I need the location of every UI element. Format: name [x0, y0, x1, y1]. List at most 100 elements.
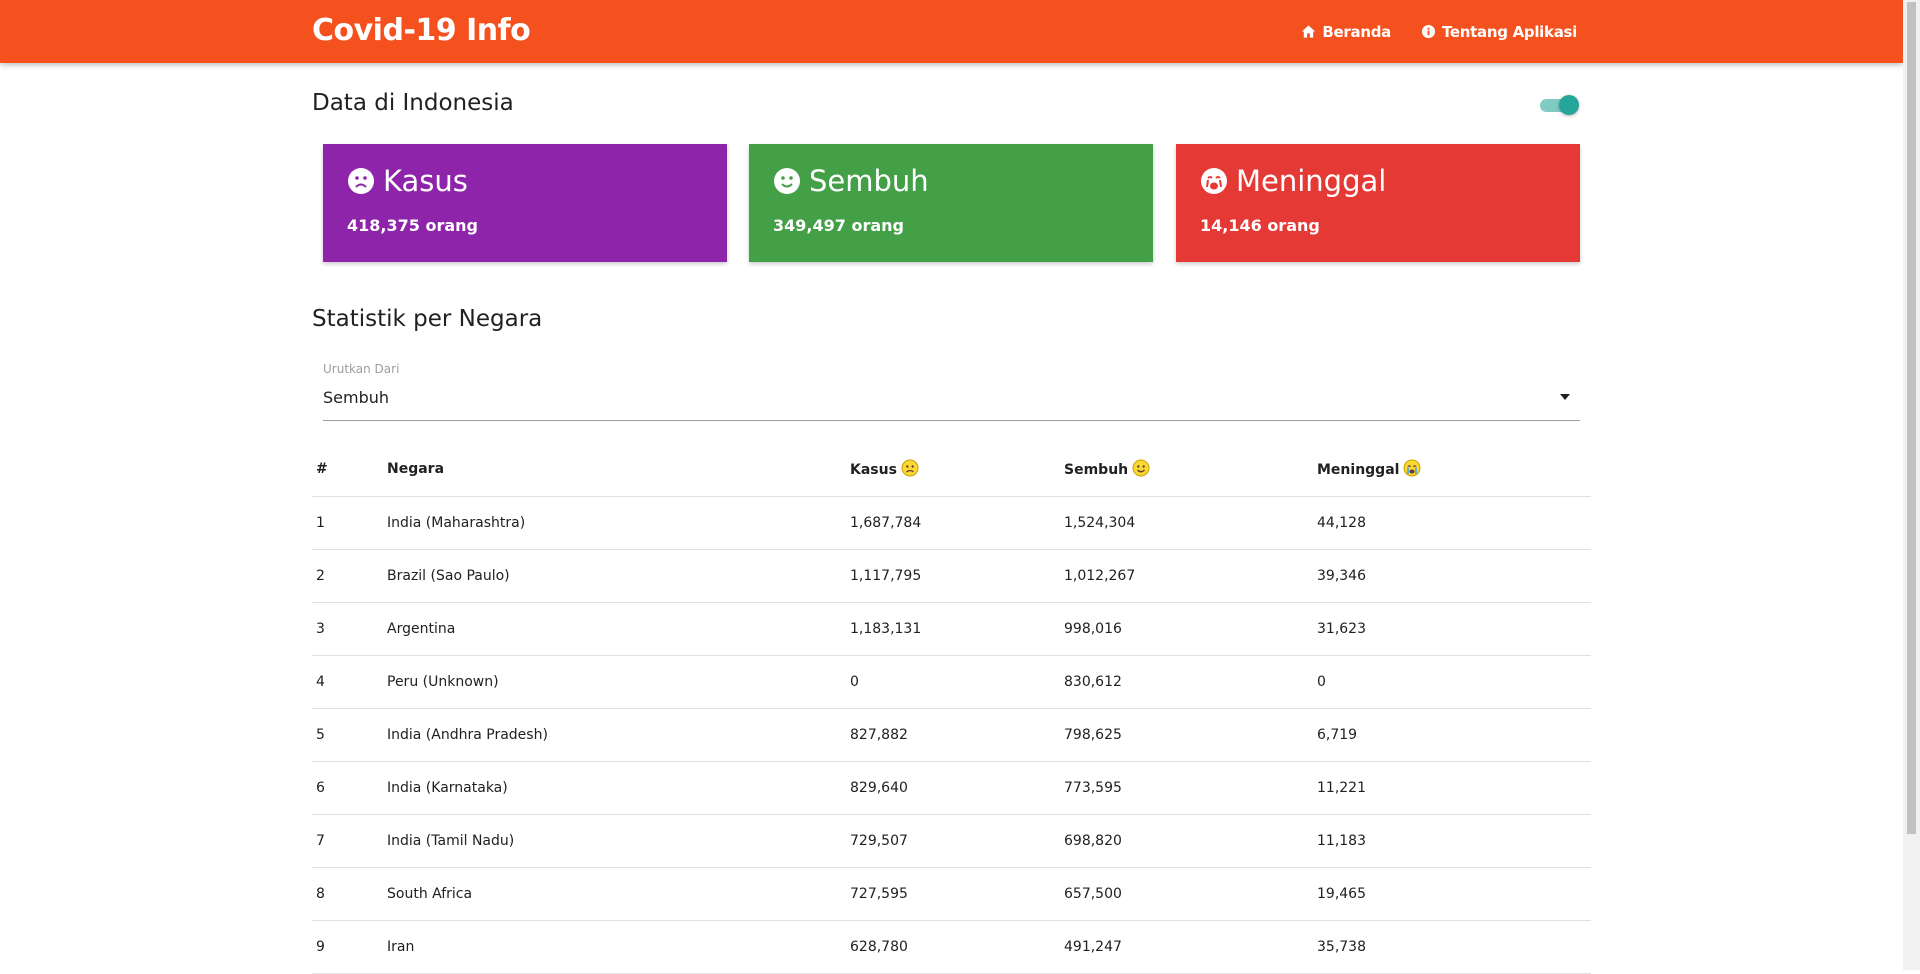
table-row: 7 India (Tamil Nadu) 729,507 698,820 11,…: [312, 814, 1591, 868]
cell-rank: 9: [312, 920, 383, 974]
nav-links: Beranda Tentang Aplikasi: [1301, 0, 1577, 63]
column-header-label: Sembuh: [1064, 462, 1129, 478]
card-title-label: Meninggal: [1236, 164, 1387, 198]
cell-cases: 1,687,784: [846, 496, 1060, 550]
nav-link-beranda[interactable]: Beranda: [1301, 23, 1391, 41]
table-row: 6 India (Karnataka) 829,640 773,595 11,2…: [312, 761, 1591, 815]
card-count-sembuh: 349,497 orang: [773, 216, 904, 235]
cell-rank: 5: [312, 708, 383, 762]
card-count-meninggal: 14,146 orang: [1200, 216, 1320, 235]
brand-logo-text[interactable]: Covid-19 Info: [312, 11, 531, 51]
cell-country: India (Andhra Pradesh): [383, 708, 846, 762]
cell-rank: 7: [312, 814, 383, 868]
table-row: 2 Brazil (Sao Paulo) 1,117,795 1,012,267…: [312, 549, 1591, 603]
cell-country: Brazil (Sao Paulo): [383, 549, 846, 603]
column-header-label: Kasus: [850, 462, 897, 478]
column-header-kasus: Kasus: [846, 441, 1060, 497]
section-title-indonesia: Data di Indonesia: [312, 90, 514, 116]
cell-cases: 727,595: [846, 867, 1060, 921]
cell-cases: 0: [846, 655, 1060, 709]
cell-country: South Africa: [383, 867, 846, 921]
cell-recovered: 698,820: [1060, 814, 1313, 868]
cell-recovered: 1,524,304: [1060, 496, 1313, 550]
country-stats-table: # Negara Kasus Sembuh Meninggal 1 India …: [312, 441, 1591, 974]
card-title-label: Kasus: [383, 164, 468, 198]
top-navbar: Covid-19 Info Beranda Tentang Aplikasi: [0, 0, 1903, 63]
cell-deaths: 0: [1313, 655, 1591, 709]
card-title-label: Sembuh: [809, 164, 929, 198]
smiling-emoji-icon: [1132, 459, 1150, 477]
dark-mode-toggle[interactable]: [1538, 95, 1580, 115]
card-title: Meninggal: [1200, 164, 1386, 198]
worried-emoji-icon: [901, 459, 919, 477]
chevron-down-icon: [1560, 394, 1570, 400]
sad-face-icon: [348, 168, 374, 194]
info-circle-icon: [1421, 24, 1436, 39]
cell-recovered: 798,625: [1060, 708, 1313, 762]
page-scrollbar[interactable]: [1903, 0, 1920, 970]
cell-cases: 628,780: [846, 920, 1060, 974]
nav-link-label: Tentang Aplikasi: [1441, 22, 1577, 41]
cell-recovered: 830,612: [1060, 655, 1313, 709]
cell-recovered: 1,012,267: [1060, 549, 1313, 603]
cell-rank: 6: [312, 761, 383, 815]
home-icon: [1302, 25, 1316, 38]
column-header-label: Meninggal: [1317, 462, 1400, 478]
column-header-meninggal: Meninggal: [1313, 441, 1591, 497]
cell-rank: 1: [312, 496, 383, 550]
cell-country: Argentina: [383, 602, 846, 656]
cell-deaths: 6,719: [1313, 708, 1591, 762]
cell-deaths: 31,623: [1313, 602, 1591, 656]
card-title: Kasus: [347, 164, 468, 198]
cell-rank: 8: [312, 867, 383, 921]
table-row: 4 Peru (Unknown) 0 830,612 0: [312, 655, 1591, 709]
cell-recovered: 998,016: [1060, 602, 1313, 656]
toggle-knob: [1559, 95, 1579, 115]
nav-link-tentang-aplikasi[interactable]: Tentang Aplikasi: [1421, 23, 1577, 41]
column-header-sembuh: Sembuh: [1060, 441, 1313, 497]
cell-deaths: 19,465: [1313, 867, 1591, 921]
cell-country: India (Maharashtra): [383, 496, 846, 550]
smile-face-icon: [774, 168, 800, 194]
column-header-number: #: [312, 441, 383, 497]
sort-select-label: Urutkan Dari: [323, 362, 400, 376]
cell-rank: 4: [312, 655, 383, 709]
cell-cases: 1,117,795: [846, 549, 1060, 603]
card-sembuh: Sembuh 349,497 orang: [749, 144, 1153, 262]
cell-cases: 829,640: [846, 761, 1060, 815]
sort-select-value: Sembuh: [323, 388, 390, 407]
sort-select[interactable]: Urutkan Dari Sembuh: [323, 358, 1580, 421]
cell-rank: 3: [312, 602, 383, 656]
cell-cases: 1,183,131: [846, 602, 1060, 656]
cell-deaths: 35,738: [1313, 920, 1591, 974]
table-row: 8 South Africa 727,595 657,500 19,465: [312, 867, 1591, 921]
nav-link-label: Beranda: [1322, 22, 1391, 41]
scrollbar-thumb[interactable]: [1907, 2, 1916, 834]
select-underline: [323, 420, 1580, 421]
cell-rank: 2: [312, 549, 383, 603]
table-row: 9 Iran 628,780 491,247 35,738: [312, 920, 1591, 974]
cell-country: India (Karnataka): [383, 761, 846, 815]
card-kasus: Kasus 418,375 orang: [323, 144, 727, 262]
card-title: Sembuh: [773, 164, 929, 198]
cell-recovered: 657,500: [1060, 867, 1313, 921]
cell-deaths: 11,183: [1313, 814, 1591, 868]
table-row: 1 India (Maharashtra) 1,687,784 1,524,30…: [312, 496, 1591, 550]
cell-country: India (Tamil Nadu): [383, 814, 846, 868]
crying-emoji-icon: [1403, 459, 1421, 477]
table-row: 3 Argentina 1,183,131 998,016 31,623: [312, 602, 1591, 656]
cell-recovered: 773,595: [1060, 761, 1313, 815]
cell-country: Peru (Unknown): [383, 655, 846, 709]
cell-cases: 827,882: [846, 708, 1060, 762]
cell-recovered: 491,247: [1060, 920, 1313, 974]
crying-face-icon: [1201, 168, 1227, 194]
cell-deaths: 11,221: [1313, 761, 1591, 815]
table-row: 5 India (Andhra Pradesh) 827,882 798,625…: [312, 708, 1591, 762]
cell-country: Iran: [383, 920, 846, 974]
card-count-kasus: 418,375 orang: [347, 216, 478, 235]
cell-cases: 729,507: [846, 814, 1060, 868]
section-title-statistik: Statistik per Negara: [312, 306, 543, 332]
cell-deaths: 44,128: [1313, 496, 1591, 550]
column-header-negara: Negara: [383, 441, 846, 497]
card-meninggal: Meninggal 14,146 orang: [1176, 144, 1580, 262]
